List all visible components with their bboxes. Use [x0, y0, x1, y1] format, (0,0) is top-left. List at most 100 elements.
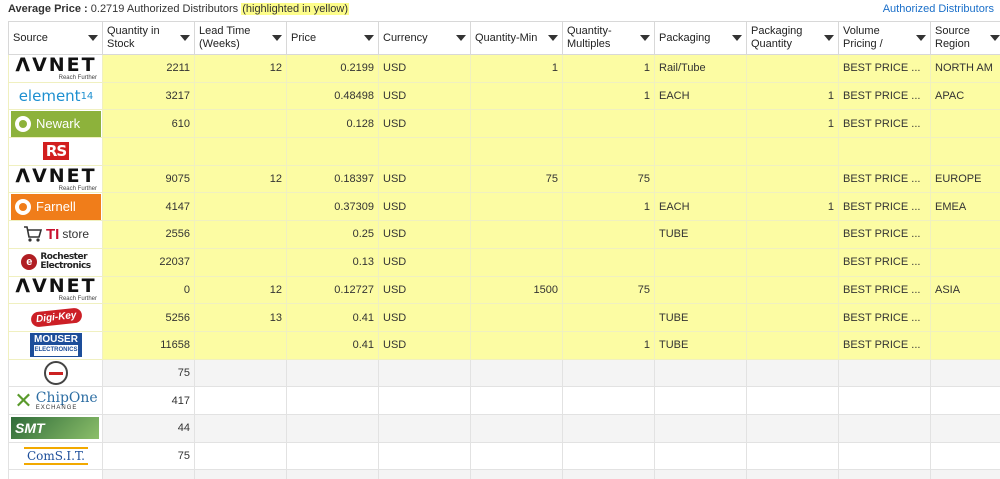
packaging-quantity-cell — [746, 469, 839, 479]
authorized-distributor-row[interactable]: MOUSER ELECTRONICS 11658 0.41 USD 1 TUBE BEST P… — [8, 330, 1000, 360]
sort-caret-icon[interactable] — [364, 35, 374, 41]
authorized-distributor-row[interactable]: RS — [8, 137, 1000, 166]
source-cell[interactable]: SMT — [8, 413, 103, 443]
currency-cell — [378, 386, 471, 415]
sort-caret-icon[interactable] — [990, 35, 1000, 41]
packaging-quantity-cell — [746, 137, 839, 166]
column-header-packaging-quantity[interactable]: Packaging Quantity — [746, 21, 839, 55]
source-cell[interactable]: RS — [8, 137, 103, 166]
quantity-in-stock-cell: 75 — [102, 358, 195, 388]
column-header-label: Packaging Quantity — [751, 25, 803, 50]
sort-caret-icon[interactable] — [88, 35, 98, 41]
source-cell[interactable] — [8, 358, 103, 388]
newark-wordmark: Newark — [36, 116, 81, 132]
source-cell[interactable]: element 14 — [8, 81, 103, 111]
source-cell[interactable]: MOUSER ELECTRONICS — [8, 330, 103, 360]
column-header-label: Lead Time (Weeks) — [199, 25, 251, 50]
authorized-distributors-link[interactable]: Authorized Distributors — [883, 3, 994, 15]
source-cell[interactable]: ΛVNET Reach Further — [8, 275, 103, 305]
column-header-source[interactable]: Source — [8, 21, 103, 55]
authorized-distributor-row[interactable]: element 14 3217 0.48498 USD 1 EACH 1 BEST PRICE … — [8, 81, 1000, 111]
authorized-distributor-row[interactable]: Digi-Key 5256 13 0.41 USD TUBE BEST PRICE ... — [8, 303, 1000, 332]
source-region-cell: NORTH AM — [930, 54, 1000, 83]
source-cell[interactable]: ΛVNET Reach Further — [8, 54, 103, 83]
packaging-quantity-cell — [746, 54, 839, 83]
sort-caret-icon[interactable] — [456, 35, 466, 41]
source-region-cell — [930, 413, 1000, 443]
authorized-distributor-row[interactable]: Newark 610 0.128 USD 1 BEST PRICE ... — [8, 109, 1000, 139]
source-cell[interactable]: e Rochester Electronics — [8, 247, 103, 277]
authorized-distributor-row[interactable]: ΛVNET Reach Further 0 12 0.12727 USD 1500 75 BES… — [8, 275, 1000, 305]
authorized-distributor-row[interactable]: ΛVNET Reach Further 2211 12 0.2199 USD 1 1 Rail/… — [8, 54, 1000, 83]
price-cell: 0.41 — [286, 330, 379, 360]
volume-pricing-cell: BEST PRICE ... — [838, 330, 931, 360]
avnet-tagline: Reach Further — [58, 296, 97, 303]
column-header-price[interactable]: Price — [286, 21, 379, 55]
lead-time-cell — [194, 441, 287, 471]
ti-store-label: store — [62, 227, 90, 242]
quantity-in-stock-cell: 11658 — [102, 330, 195, 360]
source-cell[interactable]: ComS.I.T. — [8, 441, 103, 471]
column-header-currency[interactable]: Currency — [378, 21, 471, 55]
sort-caret-icon[interactable] — [640, 35, 650, 41]
distributor-row[interactable]: SMT 44 — [8, 413, 1000, 443]
sort-caret-icon[interactable] — [732, 35, 742, 41]
distributor-row[interactable]: 75 — [8, 358, 1000, 388]
distributor-row[interactable]: PIS-TEC — [8, 469, 1000, 479]
authorized-distributor-row[interactable]: e Rochester Electronics 22037 0.13 USD BEST PR… — [8, 247, 1000, 277]
quantity-min-cell — [470, 192, 563, 222]
packaging-cell: EACH — [654, 192, 747, 222]
source-cell[interactable]: Digi-Key — [8, 303, 103, 332]
sort-caret-icon[interactable] — [916, 35, 926, 41]
authorized-distributor-row[interactable]: TI store 2556 0.25 USD TUBE BEST PRICE ... — [8, 220, 1000, 249]
authorized-distributor-row[interactable]: Farnell 4147 0.37309 USD 1 EACH 1 BEST PRICE ..… — [8, 192, 1000, 222]
quantity-multiples-cell — [562, 220, 655, 249]
sort-caret-icon[interactable] — [272, 35, 282, 41]
source-cell[interactable]: PIS-TEC — [8, 469, 103, 479]
column-header-packaging[interactable]: Packaging — [654, 21, 747, 55]
rochester-mark-icon: e — [21, 254, 38, 271]
source-cell[interactable]: Newark — [8, 109, 103, 139]
source-cell[interactable]: Farnell — [8, 192, 103, 222]
packaging-quantity-cell — [746, 275, 839, 305]
sort-caret-icon[interactable] — [180, 35, 190, 41]
currency-cell: USD — [378, 164, 471, 194]
average-price-label: Average Price : — [8, 3, 88, 15]
source-region-cell — [930, 247, 1000, 277]
column-header-quantity-in-stock[interactable]: Quantity in Stock — [102, 21, 195, 55]
quantity-min-cell — [470, 303, 563, 332]
column-header-volume-pricing[interactable]: Volume Pricing / — [838, 21, 931, 55]
source-region-cell — [930, 386, 1000, 415]
distributor-row[interactable]: ✕ ChipOne EXCHANGE 417 — [8, 386, 1000, 415]
quantity-min-cell — [470, 247, 563, 277]
source-cell[interactable]: TI store — [8, 220, 103, 249]
average-price-value: 0.2719 — [90, 3, 125, 15]
source-cell[interactable]: ✕ ChipOne EXCHANGE — [8, 386, 103, 415]
quantity-min-cell — [470, 330, 563, 360]
price-cell — [286, 469, 379, 479]
column-header-source-region[interactable]: Source Region — [930, 21, 1000, 55]
quantity-in-stock-cell: 610 — [102, 109, 195, 139]
lead-time-cell — [194, 413, 287, 443]
distributor-row[interactable]: ComS.I.T. 75 — [8, 441, 1000, 471]
source-region-cell: APAC — [930, 81, 1000, 111]
volume-pricing-cell: BEST PRICE ... — [838, 192, 931, 222]
column-header-quantity-min[interactable]: Quantity-Min — [470, 21, 563, 55]
quantity-min-cell: 1 — [470, 54, 563, 83]
lead-time-cell — [194, 192, 287, 222]
avnet-wordmark: ΛVNET — [15, 166, 97, 187]
source-cell[interactable]: ΛVNET Reach Further — [8, 164, 103, 194]
sort-caret-icon[interactable] — [548, 35, 558, 41]
avnet-tagline: Reach Further — [58, 185, 97, 192]
sort-caret-icon[interactable] — [824, 35, 834, 41]
farnell-mark-icon — [15, 198, 31, 215]
lead-time-cell — [194, 330, 287, 360]
column-header-quantity-multiples[interactable]: Quantity-Multiples — [562, 21, 655, 55]
source-region-cell — [930, 109, 1000, 139]
volume-pricing-cell: BEST PRICE ... — [838, 220, 931, 249]
price-cell: 0.25 — [286, 220, 379, 249]
column-header-lead-time[interactable]: Lead Time (Weeks) — [194, 21, 287, 55]
packaging-quantity-cell — [746, 303, 839, 332]
volume-pricing-cell: BEST PRICE ... — [838, 81, 931, 111]
authorized-distributor-row[interactable]: ΛVNET Reach Further 9075 12 0.18397 USD 75 75 BE… — [8, 164, 1000, 194]
